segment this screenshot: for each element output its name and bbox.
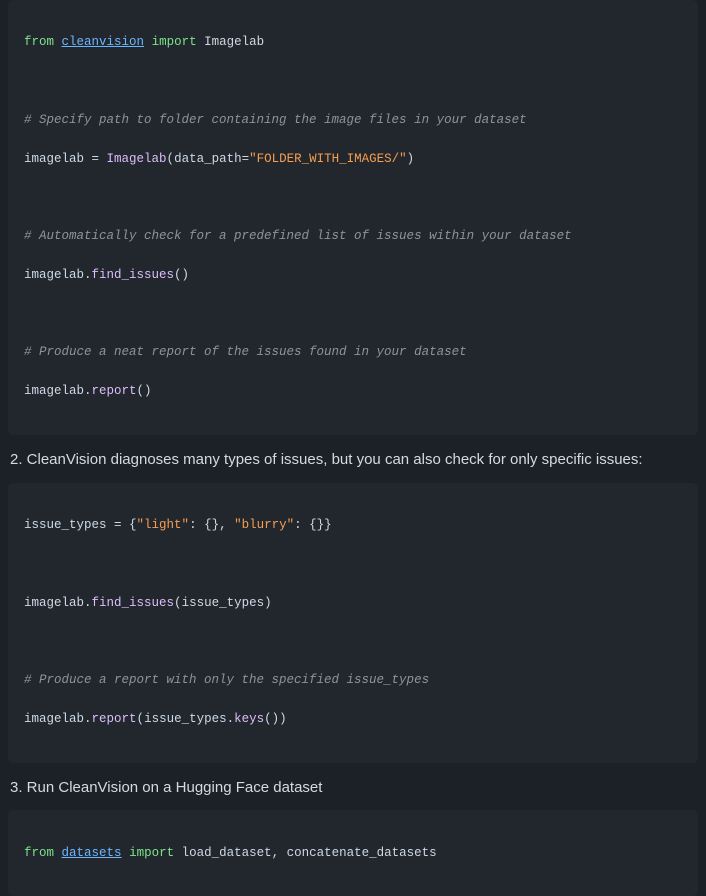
code-line: issue_types = {"light": {}, "blurry": {}…: [24, 516, 682, 535]
string: "FOLDER_WITH_IMAGES/": [249, 152, 407, 166]
brace: {: [129, 518, 137, 532]
paren: (): [174, 268, 189, 282]
dot: .: [84, 268, 92, 282]
comma: ,: [219, 518, 234, 532]
colon: :: [294, 518, 309, 532]
blank-line: [24, 72, 682, 91]
paren: ): [264, 596, 272, 610]
dot: .: [227, 712, 235, 726]
code-line: imagelab.report(): [24, 382, 682, 401]
module-link[interactable]: datasets: [62, 846, 122, 860]
identifier: Imagelab: [204, 35, 264, 49]
blank-line: [24, 632, 682, 651]
operator: =: [107, 518, 130, 532]
identifier: imagelab: [24, 152, 84, 166]
code-line: imagelab.find_issues(issue_types): [24, 594, 682, 613]
comment: # Produce a report with only the specifi…: [24, 671, 682, 690]
blank-line: [24, 555, 682, 574]
identifier: imagelab: [24, 384, 84, 398]
identifier: imagelab: [24, 268, 84, 282]
identifier: imagelab: [24, 596, 84, 610]
brace: {}: [204, 518, 219, 532]
paren: ): [279, 712, 287, 726]
paren: (: [174, 596, 182, 610]
paren: (: [137, 712, 145, 726]
operator: =: [84, 152, 107, 166]
identifier: load_dataset: [182, 846, 272, 860]
keyword-import: import: [152, 35, 197, 49]
dot: .: [84, 384, 92, 398]
code-line: imagelab.report(issue_types.keys()): [24, 710, 682, 729]
step-2-text: 2. CleanVision diagnoses many types of i…: [10, 449, 696, 471]
comment: # Automatically check for a predefined l…: [24, 227, 682, 246]
code-line: imagelab.find_issues(): [24, 266, 682, 285]
code-line: imagelab = Imagelab(data_path="FOLDER_WI…: [24, 150, 682, 169]
brace: {}: [309, 518, 324, 532]
keyword-from: from: [24, 846, 54, 860]
method: report: [92, 712, 137, 726]
blank-line: [24, 188, 682, 207]
method: keys: [234, 712, 264, 726]
identifier: issue_types: [24, 518, 107, 532]
keyword-import: import: [129, 846, 174, 860]
code-block-1[interactable]: from cleanvision import Imagelab # Speci…: [8, 0, 698, 435]
dot: .: [84, 712, 92, 726]
identifier: concatenate_datasets: [287, 846, 437, 860]
method: find_issues: [92, 596, 175, 610]
code-line: from cleanvision import Imagelab: [24, 33, 682, 52]
code-block-2[interactable]: issue_types = {"light": {}, "blurry": {}…: [8, 483, 698, 763]
identifier: issue_types: [144, 712, 227, 726]
paren: (): [264, 712, 279, 726]
paren: (): [137, 384, 152, 398]
blank-line: [24, 305, 682, 324]
code-line: from datasets import load_dataset, conca…: [24, 844, 682, 863]
colon: :: [189, 518, 204, 532]
brace: }: [324, 518, 332, 532]
identifier: imagelab: [24, 712, 84, 726]
class-call: Imagelab: [107, 152, 167, 166]
comma: ,: [272, 846, 287, 860]
comment: # Specify path to folder containing the …: [24, 111, 682, 130]
operator: =: [242, 152, 250, 166]
dot: .: [84, 596, 92, 610]
paren: ): [407, 152, 415, 166]
method: report: [92, 384, 137, 398]
identifier: issue_types: [182, 596, 265, 610]
paren: (: [167, 152, 175, 166]
method: find_issues: [92, 268, 175, 282]
string: "light": [137, 518, 190, 532]
comment: # Produce a neat report of the issues fo…: [24, 343, 682, 362]
keyword-from: from: [24, 35, 54, 49]
string: "blurry": [234, 518, 294, 532]
kwarg: data_path: [174, 152, 242, 166]
code-block-3[interactable]: from datasets import load_dataset, conca…: [8, 810, 698, 896]
module-link[interactable]: cleanvision: [62, 35, 145, 49]
step-3-text: 3. Run CleanVision on a Hugging Face dat…: [10, 777, 696, 799]
